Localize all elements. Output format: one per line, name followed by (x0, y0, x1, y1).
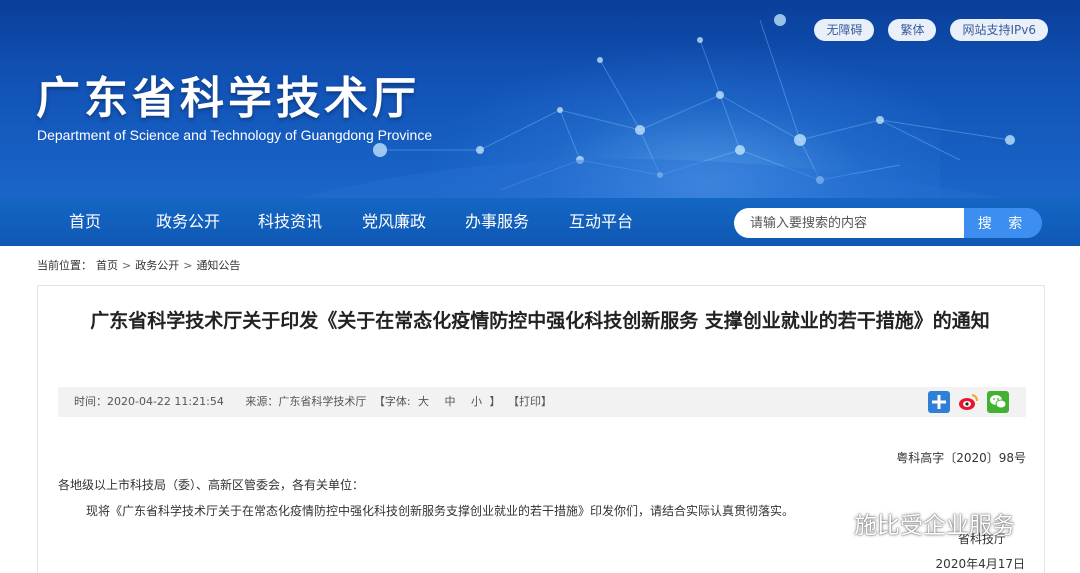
breadcrumb-notices[interactable]: 通知公告 (196, 257, 240, 273)
traditional-chinese-link[interactable]: 繁体 (888, 19, 937, 41)
breadcrumb-government-affairs[interactable]: 政务公开 (135, 257, 179, 273)
addressee: 各地级以上市科技局（委）、高新区管委会，各有关单位： (58, 478, 365, 492)
font-large-link[interactable]: 大 (418, 395, 429, 408)
wechat-icon[interactable] (987, 391, 1009, 413)
nav-item-home[interactable]: 首页 (69, 198, 101, 246)
accessibility-link[interactable]: 无障碍 (814, 19, 875, 41)
article-meta: 时间：2020-04-22 11:21:54 来源：广东省科学技术厅 【字体: … (74, 387, 556, 417)
font-size-close: 】 (489, 395, 501, 408)
font-size-label: 【字体: (373, 395, 411, 408)
breadcrumb-prefix: 当前位置： (37, 259, 92, 272)
watermark: 施比受企业服务 (808, 506, 1015, 540)
breadcrumb-separator: > (122, 258, 132, 272)
search-input[interactable] (734, 208, 964, 238)
sign-date: 2020年4月17日 (935, 557, 1025, 571)
font-small-link[interactable]: 小 (471, 395, 482, 408)
share-plus-icon[interactable] (928, 391, 950, 413)
watermark-text: 施比受企业服务 (854, 513, 1015, 539)
article-body: 现将《广东省科学技术厅关于在常态化疫情防控中强化科技创新服务支撑创业就业的若干措… (86, 504, 795, 518)
nav-item-sci-tech-news[interactable]: 科技资讯 (258, 198, 322, 246)
publish-time: 时间：2020-04-22 11:21:54 (74, 395, 224, 408)
article-title: 广东省科学技术厅关于印发《关于在常态化疫情防控中强化科技创新服务 支撑创业就业的… (90, 310, 990, 332)
top-links: 无障碍 繁体 网站支持IPv6 (814, 19, 1048, 41)
article-meta-bar: 时间：2020-04-22 11:21:54 来源：广东省科学技术厅 【字体: … (58, 387, 1026, 417)
print-link[interactable]: 【打印】 (508, 395, 552, 408)
article-source: 来源：广东省科学技术厅 (245, 395, 367, 408)
nav-item-government-affairs[interactable]: 政务公开 (156, 198, 220, 246)
breadcrumb-home[interactable]: 首页 (96, 257, 118, 273)
ipv6-link[interactable]: 网站支持IPv6 (950, 19, 1048, 41)
document-number: 粤科高字〔2020〕98号 (896, 451, 1026, 465)
breadcrumb: 当前位置： 首页 > 政务公开 > 通知公告 (37, 257, 240, 273)
header-banner: 广东省科学技术厅 Department of Science and Techn… (0, 0, 1080, 198)
site-title: 广东省科学技术厅 (36, 73, 420, 124)
font-medium-link[interactable]: 中 (445, 395, 456, 408)
wechat-watermark-icon (809, 508, 845, 536)
site-subtitle: Department of Science and Technology of … (37, 127, 433, 143)
nav-item-party-integrity[interactable]: 党风廉政 (362, 198, 426, 246)
search-button[interactable]: 搜 索 (964, 208, 1042, 238)
breadcrumb-separator: > (183, 258, 193, 272)
nav-item-interaction[interactable]: 互动平台 (569, 198, 633, 246)
weibo-icon[interactable] (957, 391, 979, 413)
nav-item-services[interactable]: 办事服务 (465, 198, 529, 246)
